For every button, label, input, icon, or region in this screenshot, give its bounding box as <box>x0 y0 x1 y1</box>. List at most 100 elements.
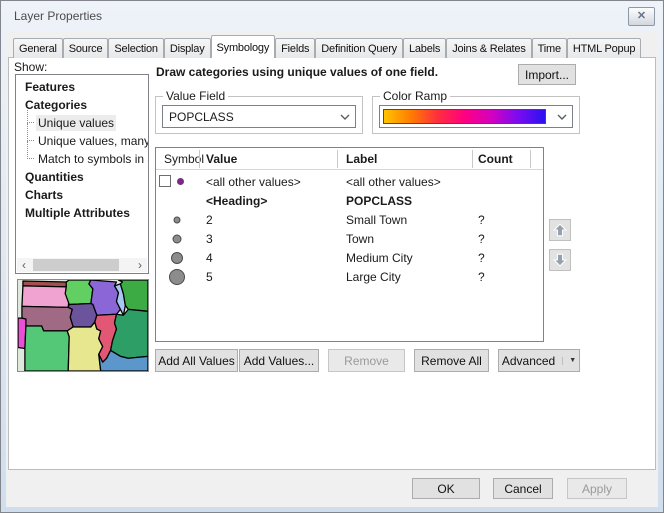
remove-all-label: Remove All <box>421 354 482 368</box>
value-cell: 4 <box>206 251 213 265</box>
value-cell: <all other values> <box>206 175 301 189</box>
table-row[interactable]: 2 Small Town? <box>156 210 543 229</box>
window-title: Layer Properties <box>14 9 102 23</box>
chevron-down-icon <box>557 114 567 120</box>
tab-general[interactable]: General <box>13 38 63 58</box>
tab-selection[interactable]: Selection <box>108 38 163 58</box>
value-cell: 3 <box>206 232 213 246</box>
ok-button[interactable]: OK <box>412 478 480 499</box>
tab-source[interactable]: Source <box>63 38 109 58</box>
map-preview-image <box>18 280 148 371</box>
apply-label: Apply <box>582 482 612 496</box>
advanced-label: Advanced <box>502 354 555 368</box>
table-row[interactable]: <Heading> POPCLASS <box>156 191 543 210</box>
chevron-down-icon <box>340 114 350 120</box>
all-other-values-checkbox[interactable] <box>159 175 171 187</box>
close-button[interactable]: ✕ <box>628 7 655 26</box>
graduated-circle-icon[interactable] <box>173 234 182 243</box>
layer-properties-dialog: Layer Properties ✕ GeneralSourceSelectio… <box>0 0 664 513</box>
tree-item-categories[interactable]: Categories <box>16 96 148 114</box>
show-tree: FeaturesCategoriesUnique values Unique va… <box>15 74 149 274</box>
move-down-button[interactable] <box>549 249 571 271</box>
tree-item-multiple-attributes[interactable]: Multiple Attributes <box>16 204 148 222</box>
graduated-circle-icon[interactable] <box>169 269 185 285</box>
move-up-button[interactable] <box>549 219 571 241</box>
tab-definition-query[interactable]: Definition Query <box>315 38 403 58</box>
value-field-selected-value: POPCLASS <box>169 110 234 124</box>
graduated-circle-icon[interactable] <box>174 216 181 223</box>
scroll-right-icon[interactable]: › <box>133 259 147 271</box>
import-button-label: Import... <box>525 68 569 82</box>
tree-item-match-to-symbols-in-a[interactable]: Match to symbols in a <box>16 150 148 168</box>
value-cell: <Heading> <box>206 194 267 208</box>
symbol-table-header[interactable]: Symbol Value Label Count <box>156 148 543 170</box>
title-bar: Layer Properties ✕ <box>1 1 663 31</box>
add-values-button[interactable]: Add Values... <box>239 349 319 372</box>
remove-all-button[interactable]: Remove All <box>414 349 489 372</box>
apply-button: Apply <box>567 478 627 499</box>
tree-item-unique-values[interactable]: Unique values <box>16 114 148 132</box>
tree-item-label: Features <box>23 79 77 95</box>
up-arrow-icon <box>552 222 568 238</box>
tab-fields[interactable]: Fields <box>275 38 315 58</box>
ok-label: OK <box>437 482 454 496</box>
table-row[interactable]: 5 Large City? <box>156 267 543 286</box>
tree-connector <box>27 123 34 141</box>
value-cell: 5 <box>206 270 213 284</box>
symbol-table-body: <all other values> <all other values> <Hea… <box>156 172 543 286</box>
count-cell: ? <box>478 251 485 265</box>
tree-item-unique-values-many[interactable]: Unique values, many <box>16 132 148 150</box>
graduated-circle-icon[interactable] <box>171 252 183 264</box>
tree-item-label: Match to symbols in a <box>36 151 149 167</box>
column-divider <box>337 150 338 168</box>
scroll-left-icon[interactable]: ‹ <box>17 259 31 271</box>
dialog-body: GeneralSourceSelectionDisplaySymbologyFi… <box>6 31 658 507</box>
color-ramp-group-label: Color Ramp <box>380 89 450 103</box>
tree-item-charts[interactable]: Charts <box>16 186 148 204</box>
tab-joins-relates[interactable]: Joins & Relates <box>446 38 531 58</box>
tab-labels[interactable]: Labels <box>403 38 446 58</box>
tree-horizontal-scrollbar[interactable]: ‹ › <box>17 258 147 272</box>
tree-item-label: Unique values <box>36 115 116 131</box>
value-field-group-label: Value Field <box>163 89 228 103</box>
column-header-value: Value <box>206 152 237 166</box>
point-symbol-icon[interactable] <box>177 178 184 185</box>
tab-symbology[interactable]: Symbology <box>211 35 276 58</box>
remove-label: Remove <box>344 354 389 368</box>
add-all-values-button[interactable]: Add All Values <box>155 349 238 372</box>
color-ramp-dropdown[interactable] <box>379 105 573 128</box>
show-label: Show: <box>14 60 47 74</box>
value-field-dropdown[interactable]: POPCLASS <box>162 105 356 128</box>
table-row[interactable]: 4Medium City? <box>156 248 543 267</box>
label-cell: <all other values> <box>346 175 441 189</box>
tab-html-popup[interactable]: HTML Popup <box>567 38 641 58</box>
remove-button: Remove <box>328 349 405 372</box>
label-cell: POPCLASS <box>346 194 412 208</box>
label-cell: Small Town <box>346 213 407 227</box>
advanced-button[interactable]: Advanced ▼ <box>498 349 580 372</box>
table-row[interactable]: 3Town? <box>156 229 543 248</box>
value-field-group: Value Field POPCLASS <box>155 96 363 134</box>
tree-item-quantities[interactable]: Quantities <box>16 168 148 186</box>
color-ramp-group: Color Ramp <box>372 96 580 134</box>
tree-item-label: Unique values, many <box>36 133 149 149</box>
tree-item-features[interactable]: Features <box>16 78 148 96</box>
map-preview <box>17 279 149 372</box>
count-cell: ? <box>478 213 485 227</box>
count-cell: ? <box>478 270 485 284</box>
table-row[interactable]: <all other values> <all other values> <box>156 172 543 191</box>
add-values-label: Add Values... <box>244 354 315 368</box>
value-cell: 2 <box>206 213 213 227</box>
dropdown-arrow-icon: ▼ <box>562 357 576 365</box>
scrollbar-thumb[interactable] <box>33 259 119 271</box>
cancel-label: Cancel <box>504 482 541 496</box>
cancel-button[interactable]: Cancel <box>493 478 553 499</box>
column-header-count: Count <box>478 152 513 166</box>
import-button[interactable]: Import... <box>518 64 576 85</box>
column-divider <box>199 150 200 168</box>
close-icon: ✕ <box>637 10 646 22</box>
tab-display[interactable]: Display <box>164 38 211 58</box>
label-cell: Large City <box>346 270 401 284</box>
add-all-values-label: Add All Values <box>158 354 235 368</box>
tab-time[interactable]: Time <box>532 38 567 58</box>
